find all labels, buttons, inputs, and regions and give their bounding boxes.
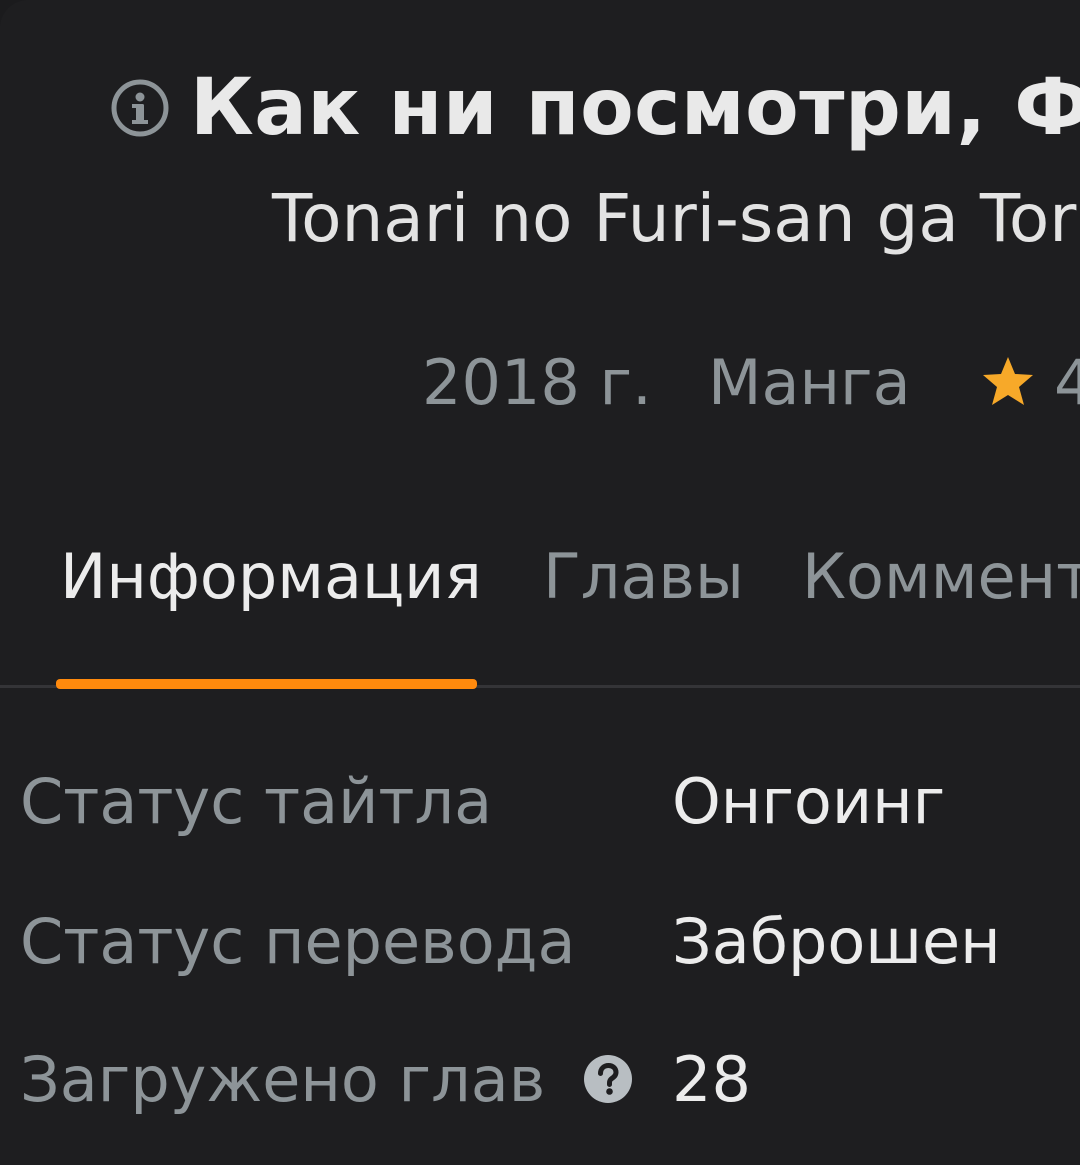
info-label: Статус перевода [20, 904, 576, 978]
original-title: Tonari no Furi-san ga Tor [272, 180, 1077, 257]
info-label-wrapper: Загружено глав [20, 1043, 633, 1116]
tab-comments[interactable]: Коммент [802, 540, 1080, 613]
info-value: 28 [672, 1042, 751, 1116]
info-row-translation-status: Статус перевода Заброшен [20, 896, 1080, 986]
release-year: 2018 г. [422, 345, 652, 419]
rating-value: 4 [1054, 345, 1080, 419]
title-row: Как ни посмотри, Фу [110, 58, 1080, 158]
info-value: Заброшен [672, 904, 1001, 978]
tab-chapters[interactable]: Главы [543, 540, 744, 613]
title-type: Манга [708, 345, 911, 419]
rating: 4 [980, 342, 1080, 422]
info-row-title-status: Статус тайтла Онгоинг [20, 756, 1080, 846]
star-icon [983, 357, 1033, 405]
info-label: Статус тайтла [20, 764, 493, 838]
tab-bar: Информация Главы Коммент [0, 520, 1080, 690]
info-label: Загружено глав [20, 1042, 546, 1116]
tab-information[interactable]: Информация [60, 540, 482, 613]
active-tab-indicator [56, 679, 477, 689]
info-value: Онгоинг [672, 764, 946, 838]
title-card: Как ни посмотри, Фу Tonari no Furi-san g… [0, 0, 1080, 1165]
info-row-chapters-loaded: Загружено глав 28 [20, 1034, 1080, 1124]
page-title: Как ни посмотри, Фу [190, 63, 1080, 153]
question-circle-icon[interactable] [583, 1054, 633, 1104]
info-circle-icon[interactable] [110, 78, 170, 138]
